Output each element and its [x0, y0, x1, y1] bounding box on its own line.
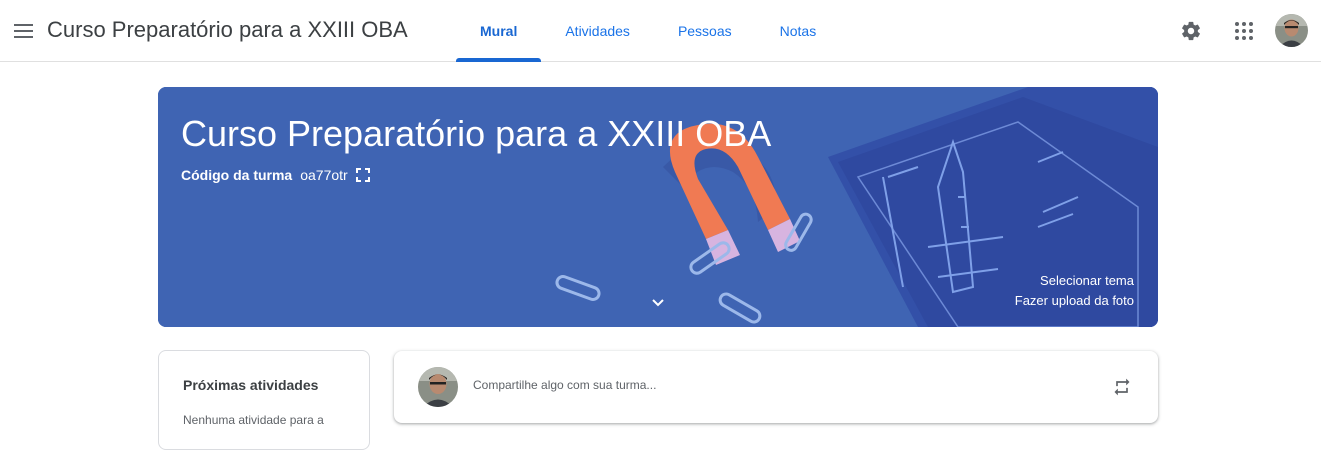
banner-title: Curso Preparatório para a XXIII OBA	[181, 113, 772, 154]
class-code-label: Código da turma	[181, 167, 293, 183]
apps-button[interactable]	[1225, 12, 1263, 50]
gear-icon	[1182, 21, 1200, 41]
fullscreen-code-button[interactable]	[354, 166, 372, 184]
tab-bar: Mural Atividades Pessoas Notas	[456, 0, 840, 62]
repost-icon	[1114, 378, 1130, 396]
select-theme-link[interactable]: Selecionar tema	[1040, 273, 1134, 288]
share-input[interactable]: Compartilhe algo com sua turma...	[473, 378, 656, 392]
top-app-bar: Curso Preparatório para a XXIII OBA Mura…	[0, 0, 1321, 62]
tab-label: Atividades	[565, 23, 630, 39]
share-box[interactable]: Compartilhe algo com sua turma...	[394, 351, 1158, 423]
avatar	[418, 367, 458, 407]
upcoming-card: Próximas atividades Nenhuma atividade pa…	[158, 350, 370, 450]
tab-mural[interactable]: Mural	[456, 0, 542, 62]
account-avatar[interactable]	[1275, 14, 1308, 47]
upcoming-empty-text: Nenhuma atividade para a	[183, 413, 324, 427]
class-banner: Curso Preparatório para a XXIII OBA Códi…	[158, 87, 1158, 327]
fullscreen-icon	[355, 168, 370, 182]
upcoming-title: Próximas atividades	[183, 377, 319, 393]
tab-label: Notas	[779, 23, 817, 39]
tab-atividades[interactable]: Atividades	[541, 0, 654, 62]
repost-button[interactable]	[1110, 375, 1134, 399]
hamburger-menu-icon	[14, 24, 33, 38]
class-code-value: oa77otr	[300, 167, 348, 183]
apps-grid-icon	[1235, 22, 1253, 40]
class-title[interactable]: Curso Preparatório para a XXIII OBA	[47, 16, 408, 44]
tab-notas[interactable]: Notas	[756, 0, 841, 62]
settings-button[interactable]	[1172, 12, 1210, 50]
user-avatar	[1275, 14, 1308, 47]
tab-label: Pessoas	[677, 23, 732, 39]
main-menu-button[interactable]	[6, 13, 42, 49]
user-avatar	[418, 367, 458, 407]
expand-banner-button[interactable]	[648, 293, 668, 313]
upload-photo-link[interactable]: Fazer upload da foto	[1015, 293, 1134, 308]
chevron-down-icon	[652, 299, 664, 307]
class-code: Código da turma oa77otr	[181, 166, 372, 184]
tab-label: Mural	[480, 23, 518, 39]
tab-pessoas[interactable]: Pessoas	[654, 0, 756, 62]
